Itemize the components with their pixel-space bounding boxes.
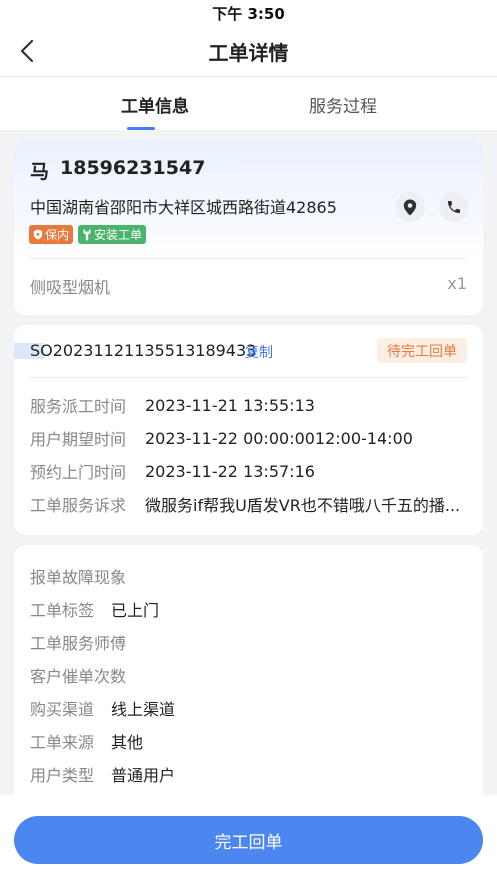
purchase-channel-row: 购买渠道 线上渠道 <box>30 697 175 719</box>
tab-bar: 工单信息 服务过程 <box>0 76 497 130</box>
phone-icon <box>448 201 460 213</box>
row-label: 预约上门时间 <box>30 463 127 482</box>
page-title: 工单详情 <box>208 40 289 65</box>
tab-order-info[interactable]: 工单信息 <box>75 77 235 131</box>
tab-label: 工单信息 <box>121 96 189 117</box>
tab-label: 服务过程 <box>309 96 377 117</box>
order-number: SO20231121135513189433 <box>30 341 257 360</box>
row-value: 已上门 <box>111 601 160 620</box>
customer-phone: 18596231547 <box>60 157 206 179</box>
order-source-row: 工单来源 其他 <box>30 730 143 752</box>
status-time: 下午 3:50 <box>212 4 285 23</box>
dispatch-time-row: 服务派工时间 2023-11-21 13:55:13 <box>30 394 315 417</box>
warranty-tag: 保内 <box>29 225 74 244</box>
row-label: 报单故障现象 <box>30 568 127 587</box>
divider <box>30 377 467 378</box>
fault-symptom-row: 报单故障现象 <box>30 565 145 587</box>
wrench-icon <box>83 229 91 240</box>
tab-service-process[interactable]: 服务过程 <box>263 77 423 131</box>
row-value: 微服务if帮我U盾发VR也不错哦八千五的播... <box>145 496 461 515</box>
technician-row: 工单服务师傅 <box>30 631 145 653</box>
service-request-row: 工单服务诉求 微服务if帮我U盾发VR也不错哦八千五的播... <box>30 493 472 515</box>
reminder-count-row: 客户催单次数 <box>30 664 145 686</box>
complete-order-button[interactable]: 完工回单 <box>14 816 483 864</box>
order-card: SO20231121135513189433 复制 待完工回单 服务派工时间 2… <box>14 325 483 535</box>
appointment-time-row: 预约上门时间 2023-11-22 13:57:16 <box>30 460 315 483</box>
call-button[interactable] <box>439 192 469 222</box>
shield-icon <box>33 229 43 240</box>
status-badge: 待完工回单 <box>377 338 467 363</box>
tab-active-indicator <box>127 127 155 130</box>
navigate-button[interactable] <box>395 192 425 222</box>
customer-name: 马 <box>30 161 50 183</box>
footer-bar: 完工回单 <box>0 795 497 883</box>
user-type-row: 用户类型 普通用户 <box>30 763 175 785</box>
complete-order-button-label: 完工回单 <box>214 832 283 853</box>
customer-header: 马 18596231547 中国湖南省邵阳市大祥区城西路街道42865 保内 安… <box>14 140 483 258</box>
product-quantity: x1 <box>447 274 467 293</box>
customer-address: 中国湖南省邵阳市大祥区城西路街道42865 <box>30 198 337 217</box>
row-label: 工单服务诉求 <box>30 496 127 515</box>
row-label: 服务派工时间 <box>30 397 127 416</box>
row-label: 工单标签 <box>30 601 95 620</box>
row-label: 工单服务师傅 <box>30 634 127 653</box>
order-tag-row: 工单标签 已上门 <box>30 598 159 620</box>
row-value: 线上渠道 <box>111 700 176 719</box>
row-value: 普通用户 <box>111 766 176 785</box>
details-card: 报单故障现象 工单标签 已上门 工单服务师傅 客户催单次数 购买渠道 线上渠道 … <box>14 545 483 805</box>
install-order-tag: 安装工单 <box>78 225 147 244</box>
row-value: 2023-11-22 00:00:0012:00-14:00 <box>145 428 413 448</box>
row-value: 其他 <box>111 733 144 752</box>
row-value: 2023-11-22 13:57:16 <box>145 461 315 481</box>
row-label: 用户期望时间 <box>30 430 127 449</box>
copy-button[interactable]: 复制 <box>245 342 273 362</box>
tag-label: 保内 <box>45 228 70 242</box>
location-pin-icon <box>403 199 417 215</box>
expected-time-row: 用户期望时间 2023-11-22 00:00:0012:00-14:00 <box>30 427 413 450</box>
status-bar: 下午 3:50 <box>0 0 497 26</box>
tag-label: 安装工单 <box>94 228 143 242</box>
divider <box>30 258 467 259</box>
row-label: 购买渠道 <box>30 700 95 719</box>
row-label: 客户催单次数 <box>30 667 127 686</box>
customer-card: 马 18596231547 中国湖南省邵阳市大祥区城西路街道42865 保内 安… <box>14 140 483 315</box>
row-label: 工单来源 <box>30 733 95 752</box>
nav-bar: 工单详情 <box>0 26 497 76</box>
back-button[interactable] <box>14 38 40 64</box>
row-label: 用户类型 <box>30 766 95 785</box>
chevron-left-icon <box>20 39 34 63</box>
product-name: 侧吸型烟机 <box>30 278 111 297</box>
row-value: 2023-11-21 13:55:13 <box>145 395 315 415</box>
